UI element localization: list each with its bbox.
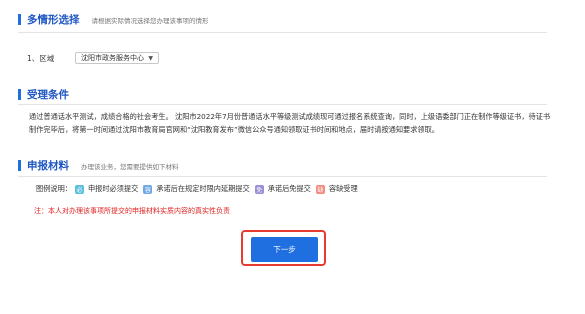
legend-item-tolerance: 缺 容缺受理 xyxy=(315,184,358,194)
scenario-title: 多情形选择 xyxy=(27,14,80,26)
legend-label: 图例说明： xyxy=(36,184,72,193)
required-icon: 必 xyxy=(74,184,84,194)
divider xyxy=(18,32,547,33)
section-accent-bar xyxy=(18,14,21,25)
legend-item-deferred: 容 承诺后在规定时限内延期提交 xyxy=(143,184,250,194)
scenario-hint: 请根据实际情况选择您办理该事项的情形 xyxy=(91,16,209,25)
scenario-section-header: 多情形选择 请根据实际情况选择您办理该事项的情形 xyxy=(18,12,209,27)
region-label: 1、区域 xyxy=(27,53,55,63)
next-step-button[interactable]: 下一步 xyxy=(251,237,318,262)
materials-section-header: 申报材料 办理该业务，您需要提供如下材料 xyxy=(18,158,179,173)
conditions-text: 通过普通话水平测试，成绩合格的社会考生。 沈阳市2022年7月份普通话水平等级测… xyxy=(29,112,551,134)
region-field: 1、区域 沈阳市政务服务中心 ▼ xyxy=(27,52,159,64)
materials-title: 申报材料 xyxy=(27,160,69,172)
deferred-icon: 容 xyxy=(143,184,153,194)
chevron-down-icon: ▼ xyxy=(148,54,153,62)
legend-item-label: 承诺后在规定时限内延期提交 xyxy=(156,184,250,193)
legend-item-label: 申报时必须提交 xyxy=(87,184,139,193)
region-select-value: 沈阳市政务服务中心 xyxy=(81,54,144,62)
legend-item-label: 容缺受理 xyxy=(328,184,358,193)
exempt-icon: 免 xyxy=(254,184,264,194)
legend: 图例说明： 必 申报时必须提交 容 承诺后在规定时限内延期提交 免 承诺后免提交… xyxy=(36,184,363,194)
legend-item-required: 必 申报时必须提交 xyxy=(74,184,139,194)
region-select[interactable]: 沈阳市政务服务中心 ▼ xyxy=(75,52,159,64)
section-accent-bar xyxy=(18,89,21,100)
conditions-section-header: 受理条件 xyxy=(18,87,69,102)
tolerance-icon: 缺 xyxy=(315,184,325,194)
section-accent-bar xyxy=(18,160,21,171)
legend-item-label: 承诺后免提交 xyxy=(267,184,311,193)
materials-hint: 办理该业务，您需要提供如下材料 xyxy=(81,162,179,171)
conditions-title: 受理条件 xyxy=(27,89,69,101)
legend-item-exempt: 免 承诺后免提交 xyxy=(254,184,311,194)
divider xyxy=(18,176,547,177)
divider xyxy=(18,104,547,105)
responsibility-notice: 注：本人对办理该事项所提交的申报材料实质内容的真实性负责 xyxy=(34,207,230,215)
